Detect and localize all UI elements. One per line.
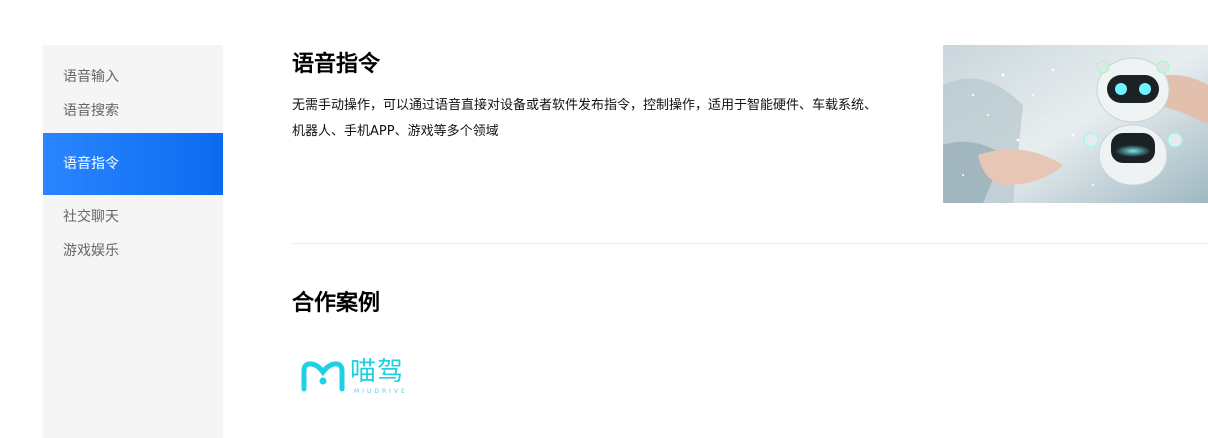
page-title: 语音指令 <box>292 52 381 77</box>
partner-name: 喵驾 <box>350 357 405 387</box>
sidebar-item-voice-command[interactable]: 语音指令 <box>43 133 223 195</box>
page: 语音输入 语音搜索 语音指令 社交聊天 游戏娱乐 语音指令 无需手动操作，可以通… <box>0 0 1208 438</box>
partner-logo-miudrive[interactable]: 喵驾 MIUDRIVE <box>300 357 425 397</box>
feature-description: 无需手动操作，可以通过语音直接对设备或者软件发布指令，控制操作，适用于智能硬件、… <box>292 98 878 139</box>
sidebar-item-voice-search[interactable]: 语音搜索 <box>43 101 223 121</box>
cases-title: 合作案例 <box>292 291 381 316</box>
sidebar-item-social-chat[interactable]: 社交聊天 <box>43 207 223 227</box>
robot-hands-image <box>943 45 1208 203</box>
section-divider <box>292 243 1208 244</box>
partner-subtitle: MIUDRIVE <box>354 388 408 395</box>
miudrive-logo-icon <box>301 361 345 392</box>
sidebar-nav: 语音输入 语音搜索 语音指令 社交聊天 游戏娱乐 <box>43 45 223 438</box>
sidebar-item-games[interactable]: 游戏娱乐 <box>43 241 223 261</box>
sidebar-item-voice-input[interactable]: 语音输入 <box>43 67 223 87</box>
